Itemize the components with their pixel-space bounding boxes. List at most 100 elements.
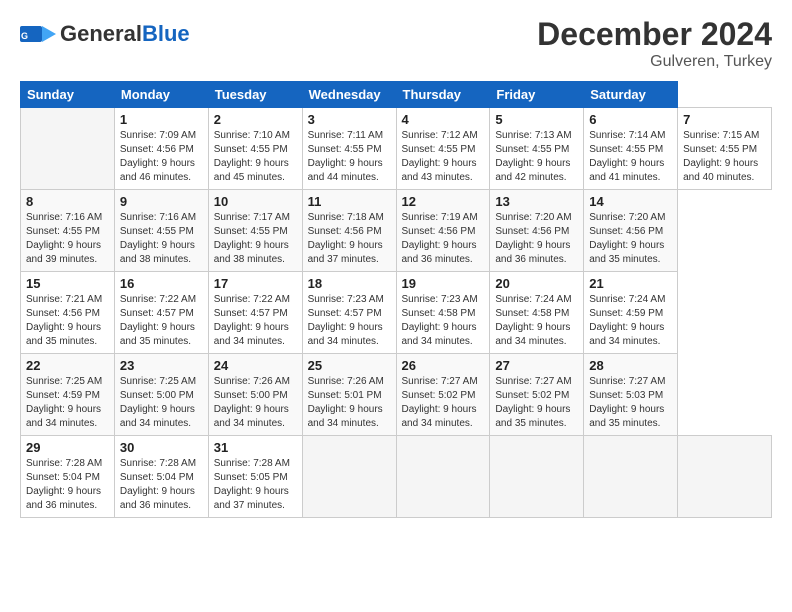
empty-cell xyxy=(678,436,772,518)
day-number: 1 xyxy=(120,112,203,127)
day-info: Sunrise: 7:16 AMSunset: 4:55 PMDaylight:… xyxy=(120,212,196,265)
calendar-table: SundayMondayTuesdayWednesdayThursdayFrid… xyxy=(20,81,772,518)
day-cell-24: 24 Sunrise: 7:26 AMSunset: 5:00 PMDaylig… xyxy=(208,354,302,436)
day-info: Sunrise: 7:26 AMSunset: 5:00 PMDaylight:… xyxy=(214,376,290,429)
calendar-page: G GeneralBlue December 2024 Gulveren, Tu… xyxy=(0,0,792,528)
day-cell-15: 15 Sunrise: 7:21 AMSunset: 4:56 PMDaylig… xyxy=(21,272,115,354)
svg-text:G: G xyxy=(21,31,28,41)
day-info: Sunrise: 7:22 AMSunset: 4:57 PMDaylight:… xyxy=(120,294,196,347)
day-number: 8 xyxy=(26,194,109,209)
day-number: 26 xyxy=(402,358,485,373)
day-info: Sunrise: 7:27 AMSunset: 5:03 PMDaylight:… xyxy=(589,376,665,429)
day-cell-28: 28 Sunrise: 7:27 AMSunset: 5:03 PMDaylig… xyxy=(584,354,678,436)
day-cell-25: 25 Sunrise: 7:26 AMSunset: 5:01 PMDaylig… xyxy=(302,354,396,436)
day-info: Sunrise: 7:20 AMSunset: 4:56 PMDaylight:… xyxy=(589,212,665,265)
day-cell-16: 16 Sunrise: 7:22 AMSunset: 4:57 PMDaylig… xyxy=(114,272,208,354)
day-number: 20 xyxy=(495,276,578,291)
empty-cell xyxy=(302,436,396,518)
day-cell-29: 29 Sunrise: 7:28 AMSunset: 5:04 PMDaylig… xyxy=(21,436,115,518)
day-cell-7: 7 Sunrise: 7:15 AMSunset: 4:55 PMDayligh… xyxy=(678,108,772,190)
day-info: Sunrise: 7:20 AMSunset: 4:56 PMDaylight:… xyxy=(495,212,571,265)
empty-cell xyxy=(490,436,584,518)
day-number: 28 xyxy=(589,358,672,373)
day-info: Sunrise: 7:27 AMSunset: 5:02 PMDaylight:… xyxy=(495,376,571,429)
day-cell-14: 14 Sunrise: 7:20 AMSunset: 4:56 PMDaylig… xyxy=(584,190,678,272)
day-info: Sunrise: 7:22 AMSunset: 4:57 PMDaylight:… xyxy=(214,294,290,347)
day-cell-19: 19 Sunrise: 7:23 AMSunset: 4:58 PMDaylig… xyxy=(396,272,490,354)
day-cell-3: 3 Sunrise: 7:11 AMSunset: 4:55 PMDayligh… xyxy=(302,108,396,190)
empty-cell xyxy=(396,436,490,518)
col-header-monday: Monday xyxy=(114,82,208,108)
col-header-sunday: Sunday xyxy=(21,82,115,108)
calendar-header: G GeneralBlue December 2024 Gulveren, Tu… xyxy=(20,16,772,71)
day-info: Sunrise: 7:28 AMSunset: 5:04 PMDaylight:… xyxy=(26,458,102,511)
empty-cell xyxy=(21,108,115,190)
day-number: 13 xyxy=(495,194,578,209)
week-row-3: 22 Sunrise: 7:25 AMSunset: 4:59 PMDaylig… xyxy=(21,354,772,436)
day-number: 16 xyxy=(120,276,203,291)
week-row-0: 1 Sunrise: 7:09 AMSunset: 4:56 PMDayligh… xyxy=(21,108,772,190)
day-number: 6 xyxy=(589,112,672,127)
day-number: 17 xyxy=(214,276,297,291)
col-header-thursday: Thursday xyxy=(396,82,490,108)
day-number: 21 xyxy=(589,276,672,291)
col-header-tuesday: Tuesday xyxy=(208,82,302,108)
day-number: 12 xyxy=(402,194,485,209)
day-cell-1: 1 Sunrise: 7:09 AMSunset: 4:56 PMDayligh… xyxy=(114,108,208,190)
title-block: December 2024 Gulveren, Turkey xyxy=(537,16,772,71)
day-info: Sunrise: 7:24 AMSunset: 4:58 PMDaylight:… xyxy=(495,294,571,347)
day-number: 29 xyxy=(26,440,109,455)
col-header-saturday: Saturday xyxy=(584,82,678,108)
day-number: 22 xyxy=(26,358,109,373)
day-number: 4 xyxy=(402,112,485,127)
day-cell-31: 31 Sunrise: 7:28 AMSunset: 5:05 PMDaylig… xyxy=(208,436,302,518)
day-info: Sunrise: 7:27 AMSunset: 5:02 PMDaylight:… xyxy=(402,376,478,429)
day-number: 27 xyxy=(495,358,578,373)
day-info: Sunrise: 7:15 AMSunset: 4:55 PMDaylight:… xyxy=(683,130,759,183)
calendar-title: December 2024 xyxy=(537,16,772,53)
day-cell-21: 21 Sunrise: 7:24 AMSunset: 4:59 PMDaylig… xyxy=(584,272,678,354)
day-info: Sunrise: 7:23 AMSunset: 4:57 PMDaylight:… xyxy=(308,294,384,347)
day-number: 2 xyxy=(214,112,297,127)
day-cell-17: 17 Sunrise: 7:22 AMSunset: 4:57 PMDaylig… xyxy=(208,272,302,354)
col-header-wednesday: Wednesday xyxy=(302,82,396,108)
day-info: Sunrise: 7:09 AMSunset: 4:56 PMDaylight:… xyxy=(120,130,196,183)
day-cell-20: 20 Sunrise: 7:24 AMSunset: 4:58 PMDaylig… xyxy=(490,272,584,354)
day-info: Sunrise: 7:23 AMSunset: 4:58 PMDaylight:… xyxy=(402,294,478,347)
day-number: 9 xyxy=(120,194,203,209)
day-info: Sunrise: 7:11 AMSunset: 4:55 PMDaylight:… xyxy=(308,130,383,183)
day-number: 19 xyxy=(402,276,485,291)
day-info: Sunrise: 7:16 AMSunset: 4:55 PMDaylight:… xyxy=(26,212,102,265)
day-number: 11 xyxy=(308,194,391,209)
day-cell-5: 5 Sunrise: 7:13 AMSunset: 4:55 PMDayligh… xyxy=(490,108,584,190)
day-number: 18 xyxy=(308,276,391,291)
day-info: Sunrise: 7:26 AMSunset: 5:01 PMDaylight:… xyxy=(308,376,384,429)
day-info: Sunrise: 7:28 AMSunset: 5:05 PMDaylight:… xyxy=(214,458,290,511)
day-number: 10 xyxy=(214,194,297,209)
day-number: 31 xyxy=(214,440,297,455)
day-number: 23 xyxy=(120,358,203,373)
day-number: 5 xyxy=(495,112,578,127)
logo-text: GeneralBlue xyxy=(60,23,190,45)
day-cell-23: 23 Sunrise: 7:25 AMSunset: 5:00 PMDaylig… xyxy=(114,354,208,436)
day-cell-6: 6 Sunrise: 7:14 AMSunset: 4:55 PMDayligh… xyxy=(584,108,678,190)
day-number: 25 xyxy=(308,358,391,373)
day-info: Sunrise: 7:25 AMSunset: 5:00 PMDaylight:… xyxy=(120,376,196,429)
day-info: Sunrise: 7:21 AMSunset: 4:56 PMDaylight:… xyxy=(26,294,102,347)
day-info: Sunrise: 7:28 AMSunset: 5:04 PMDaylight:… xyxy=(120,458,196,511)
header-row: SundayMondayTuesdayWednesdayThursdayFrid… xyxy=(21,82,772,108)
logo: G GeneralBlue xyxy=(20,16,190,52)
day-cell-10: 10 Sunrise: 7:17 AMSunset: 4:55 PMDaylig… xyxy=(208,190,302,272)
day-number: 14 xyxy=(589,194,672,209)
day-info: Sunrise: 7:13 AMSunset: 4:55 PMDaylight:… xyxy=(495,130,571,183)
week-row-2: 15 Sunrise: 7:21 AMSunset: 4:56 PMDaylig… xyxy=(21,272,772,354)
day-info: Sunrise: 7:14 AMSunset: 4:55 PMDaylight:… xyxy=(589,130,665,183)
day-cell-27: 27 Sunrise: 7:27 AMSunset: 5:02 PMDaylig… xyxy=(490,354,584,436)
logo-icon: G xyxy=(20,16,56,52)
day-number: 30 xyxy=(120,440,203,455)
week-row-4: 29 Sunrise: 7:28 AMSunset: 5:04 PMDaylig… xyxy=(21,436,772,518)
day-info: Sunrise: 7:18 AMSunset: 4:56 PMDaylight:… xyxy=(308,212,384,265)
week-row-1: 8 Sunrise: 7:16 AMSunset: 4:55 PMDayligh… xyxy=(21,190,772,272)
day-cell-18: 18 Sunrise: 7:23 AMSunset: 4:57 PMDaylig… xyxy=(302,272,396,354)
day-info: Sunrise: 7:10 AMSunset: 4:55 PMDaylight:… xyxy=(214,130,290,183)
